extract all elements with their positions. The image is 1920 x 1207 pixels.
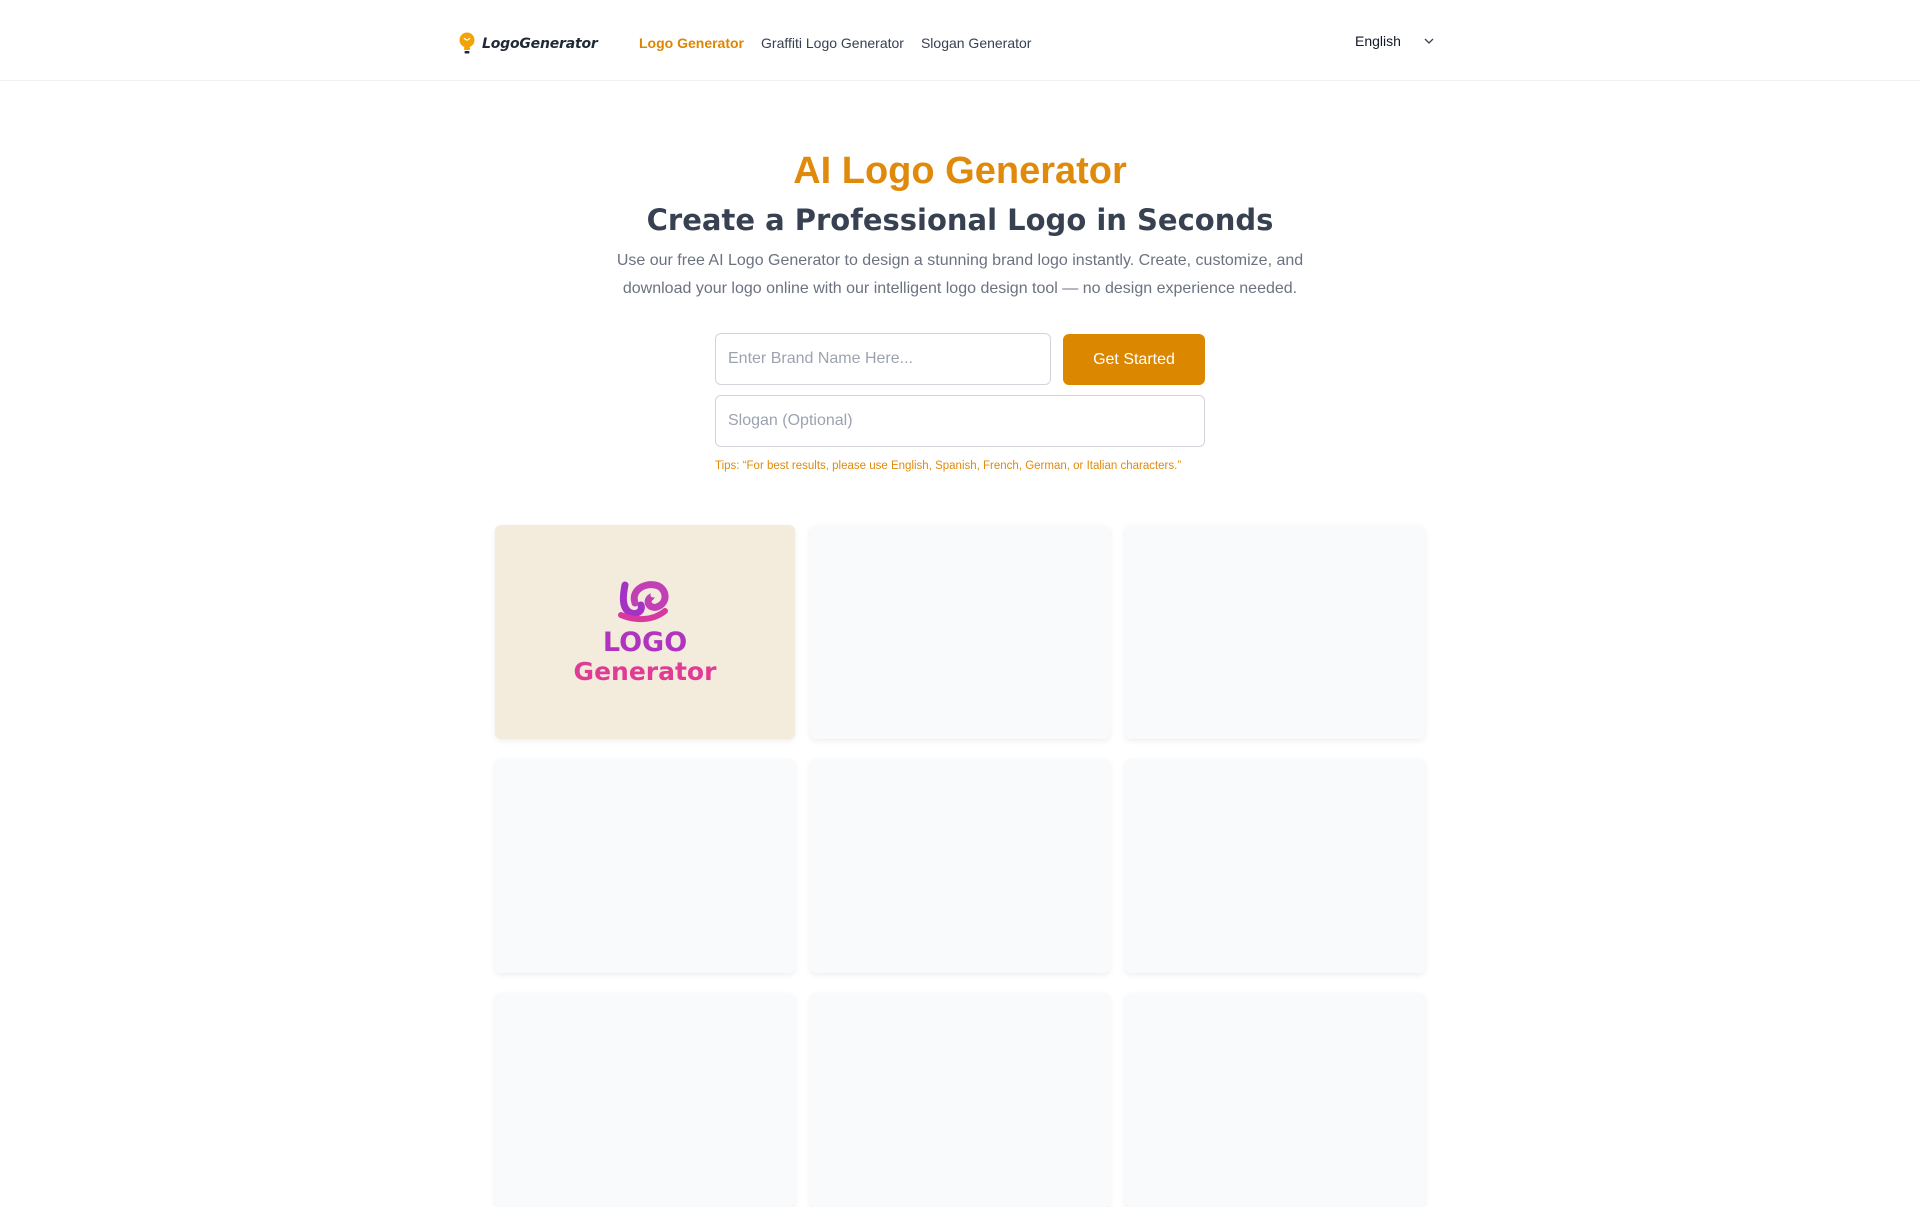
chevron-down-icon	[1424, 38, 1434, 44]
logo-card-placeholder[interactable]	[810, 759, 1110, 973]
sample-logo-line2: Generator	[574, 657, 718, 686]
nav-slogan-generator[interactable]: Slogan Generator	[921, 35, 1032, 51]
get-started-button[interactable]: Get Started	[1063, 334, 1205, 385]
brand-name: LogoGenerator	[482, 36, 598, 52]
page-subtitle: Create a Professional Logo in Seconds	[646, 203, 1274, 237]
page-title: AI Logo Generator	[793, 150, 1127, 192]
logo-card-placeholder[interactable]	[810, 525, 1110, 739]
logo-card-placeholder[interactable]	[1125, 525, 1425, 739]
main-nav: Logo Generator Graffiti Logo Generator S…	[639, 35, 1031, 51]
nav-logo-generator[interactable]: Logo Generator	[639, 35, 744, 51]
logo-card-featured[interactable]: LOGO Generator	[495, 525, 795, 739]
top-header: LogoGenerator Logo Generator Graffiti Lo…	[0, 0, 1920, 81]
slogan-input[interactable]	[715, 395, 1205, 447]
sample-logo-line1: LOGO	[603, 627, 687, 658]
logo-card-placeholder[interactable]	[495, 759, 795, 973]
logo-card-placeholder[interactable]	[495, 993, 795, 1207]
brand-logo-link[interactable]: LogoGenerator	[458, 32, 598, 56]
nav-graffiti-logo-generator[interactable]: Graffiti Logo Generator	[761, 35, 904, 51]
logo-mark-icon	[618, 581, 669, 623]
logo-card-placeholder[interactable]	[1125, 993, 1425, 1207]
language-selector[interactable]: English	[1355, 33, 1435, 49]
logo-card-placeholder[interactable]	[1125, 759, 1425, 973]
lightbulb-icon	[459, 32, 475, 54]
sample-logo-image: LOGO Generator	[574, 581, 718, 686]
tips-text: Tips: “For best results, please use Engl…	[715, 460, 1182, 472]
language-label: English	[1355, 33, 1401, 49]
brand-name-input[interactable]	[715, 333, 1051, 385]
page-description: Use our free AI Logo Generator to design…	[616, 252, 1304, 297]
logo-card-placeholder[interactable]	[810, 993, 1110, 1207]
